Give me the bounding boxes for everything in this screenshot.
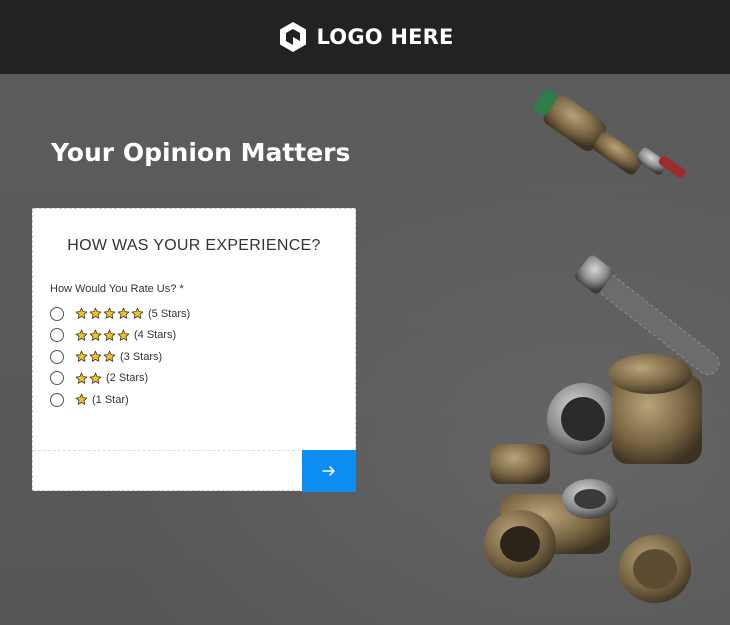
rating-option-label: (3 Stars) [120, 350, 163, 363]
star-icon [117, 329, 130, 341]
rating-option-label: (2 Stars) [106, 372, 149, 385]
rating-question-label: How Would You Rate Us? * [50, 283, 184, 295]
stars-1 [75, 393, 88, 406]
radio-button[interactable] [50, 392, 64, 407]
star-icon [89, 329, 102, 341]
rating-option-label: (5 Stars) [148, 307, 191, 320]
star-icon [89, 372, 102, 384]
form-footer [33, 450, 356, 492]
rating-form: HOW WAS YOUR EXPERIENCE? How Would You R… [32, 208, 356, 492]
rating-option-label: (1 Star) [92, 393, 129, 406]
rating-option-2[interactable]: (2 Stars) [50, 368, 190, 390]
top-bar: LOGO HERE [0, 0, 730, 74]
star-icon [103, 329, 116, 341]
rating-options: (5 Stars) (4 Stars) (3 Stars) (2 Stars) … [50, 303, 190, 411]
logo-text: LOGO HERE [316, 25, 454, 49]
rating-option-label: (4 Stars) [134, 329, 177, 342]
radio-button[interactable] [50, 306, 64, 321]
stars-2 [75, 372, 102, 385]
star-icon [75, 350, 88, 363]
star-icon [75, 372, 88, 384]
radio-button[interactable] [50, 371, 64, 386]
logo[interactable]: LOGO HERE [276, 20, 453, 54]
hexagon-logo-icon [280, 22, 307, 52]
submit-button[interactable] [302, 450, 356, 492]
star-icon [117, 307, 130, 320]
rating-option-4[interactable]: (4 Stars) [50, 325, 190, 347]
page-title: Your Opinion Matters [51, 138, 351, 167]
stars-3 [75, 350, 116, 363]
star-icon [103, 307, 116, 320]
star-icon [89, 350, 102, 363]
rating-option-5[interactable]: (5 Stars) [50, 303, 190, 325]
star-icon [131, 307, 144, 320]
radio-button[interactable] [50, 349, 64, 364]
stars-5 [75, 307, 144, 320]
star-icon [89, 307, 102, 320]
star-icon [75, 393, 88, 406]
stars-4 [75, 329, 130, 342]
rating-option-1[interactable]: (1 Star) [50, 389, 190, 411]
arrow-right-icon [322, 466, 335, 476]
star-icon [103, 350, 116, 363]
form-heading: HOW WAS YOUR EXPERIENCE? [67, 237, 321, 254]
star-icon [75, 307, 88, 320]
radio-button[interactable] [50, 328, 64, 343]
star-icon [75, 329, 88, 341]
rating-option-3[interactable]: (3 Stars) [50, 346, 190, 368]
